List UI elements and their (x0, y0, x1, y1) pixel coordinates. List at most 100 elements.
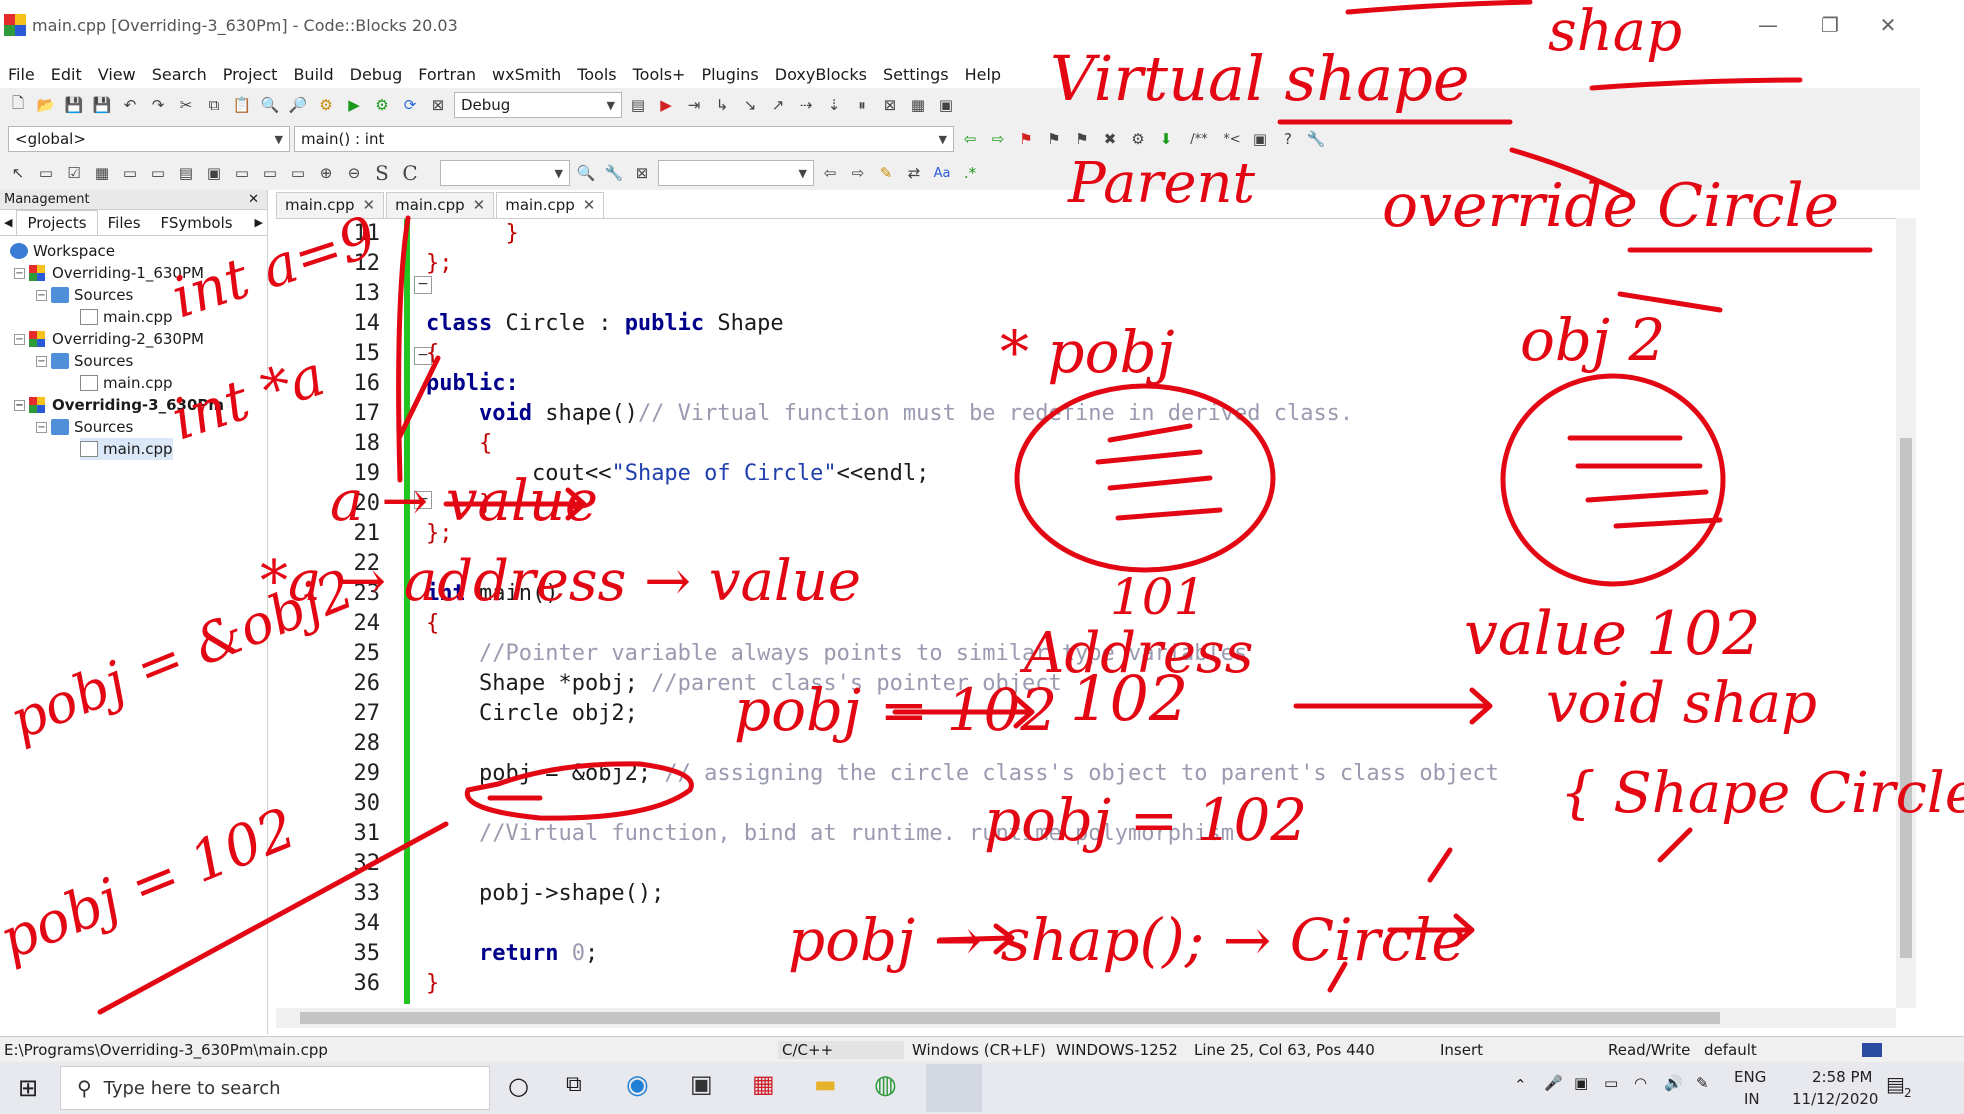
menu-edit[interactable]: Edit (43, 64, 90, 88)
menu-build[interactable]: Build (285, 64, 341, 88)
list-tool-icon[interactable]: ▤ (174, 162, 198, 184)
menu-search[interactable]: Search (144, 64, 215, 88)
scroll-thumb[interactable] (1900, 438, 1912, 958)
tab-scroll-right-icon[interactable]: ▶ (251, 211, 267, 235)
next-line-icon[interactable]: ↳ (710, 94, 734, 116)
collapse-icon[interactable]: − (14, 267, 25, 279)
microphone-icon[interactable]: 🎤 (1544, 1074, 1563, 1092)
bookmark-toggle-icon[interactable]: ⚑ (1014, 128, 1038, 150)
find-next-icon[interactable]: ⇨ (846, 162, 870, 184)
menu-tools[interactable]: Tools (569, 64, 624, 88)
menu-doxyblocks[interactable]: DoxyBlocks (767, 64, 875, 88)
debug-info-icon[interactable]: ▣ (934, 94, 958, 116)
editor-tab-2[interactable]: main.cpp ✕ (386, 192, 495, 218)
close-icon[interactable]: ✕ (473, 196, 486, 214)
copy-icon[interactable]: ⧉ (202, 94, 226, 116)
store-icon[interactable]: ▣ (690, 1070, 713, 1098)
menu-project[interactable]: Project (215, 64, 286, 88)
redo-icon[interactable]: ↷ (146, 94, 170, 116)
bookmark-clear-icon[interactable]: ✖ (1098, 128, 1122, 150)
rect-tool-icon[interactable]: ▭ (230, 162, 254, 184)
edge-icon[interactable]: ◉ (626, 1070, 649, 1100)
task-view-icon[interactable]: ⧉ (566, 1072, 582, 1097)
debug-start-icon[interactable]: ▶ (654, 94, 678, 116)
jump-forward-icon[interactable]: ⇨ (986, 128, 1010, 150)
battery-icon[interactable]: ▭ (1604, 1074, 1618, 1092)
undo-icon[interactable]: ↶ (118, 94, 142, 116)
doxy-html-icon[interactable]: ▣ (1248, 128, 1272, 150)
close-button[interactable]: ✕ (1866, 8, 1910, 42)
clock-time[interactable]: 2:58 PM (1812, 1068, 1872, 1086)
search-combo[interactable]: ▼ (440, 160, 570, 186)
cortana-icon[interactable]: ○ (508, 1072, 529, 1100)
find-prev-icon[interactable]: ⇦ (818, 162, 842, 184)
doxy-config-icon[interactable]: 🔧 (1304, 128, 1328, 150)
grid-tool-icon[interactable]: ▦ (90, 162, 114, 184)
menu-file[interactable]: File (0, 64, 43, 88)
workspace-node[interactable]: Workspace (10, 240, 115, 262)
stop-debug-icon[interactable]: ⊠ (878, 94, 902, 116)
target-options-icon[interactable]: ▤ (626, 94, 650, 116)
debug-windows-icon[interactable]: ▦ (906, 94, 930, 116)
gift-icon[interactable]: ▦ (752, 1070, 775, 1098)
jump-back-icon[interactable]: ⇦ (958, 128, 982, 150)
rebuild-icon[interactable]: ⟳ (398, 94, 422, 116)
collapse-icon[interactable]: − (36, 421, 47, 433)
file-node-1[interactable]: main.cpp (80, 306, 173, 328)
menu-tools-plus[interactable]: Tools+ (625, 64, 694, 88)
find-icon[interactable]: 🔍 (258, 94, 282, 116)
doxy-line-comment-button[interactable]: *< (1220, 128, 1244, 150)
horizontal-scrollbar[interactable] (276, 1008, 1896, 1028)
save-icon[interactable]: 💾 (62, 94, 86, 116)
clear-search-icon[interactable]: ⊠ (630, 162, 654, 184)
run-to-cursor-icon[interactable]: ⇥ (682, 94, 706, 116)
taskbar-search[interactable]: ⚲ Type here to search (60, 1066, 490, 1110)
tab-fsymbols[interactable]: FSymbols (151, 211, 243, 235)
tray-expand-icon[interactable]: ⌃ (1514, 1076, 1527, 1094)
frame-icon[interactable]: ▭ (34, 162, 58, 184)
panel-tool-icon[interactable]: ▣ (202, 162, 226, 184)
menu-settings[interactable]: Settings (875, 64, 957, 88)
selected-text-icon[interactable]: ⇄ (902, 162, 926, 184)
project-node-3[interactable]: − Overriding-3_630Pm (14, 394, 224, 416)
zoom-in-icon[interactable]: ⊕ (314, 162, 338, 184)
input-language[interactable]: ENG (1734, 1068, 1766, 1086)
pointer-icon[interactable]: ↖ (6, 162, 30, 184)
scroll-thumb[interactable] (300, 1012, 1720, 1024)
c-tool-icon[interactable]: C (398, 161, 422, 185)
editor-tab-1[interactable]: main.cpp ✕ (276, 192, 385, 218)
project-node-2[interactable]: − Overriding-2_630PM (14, 328, 204, 350)
wifi-icon[interactable]: ◠ (1634, 1074, 1647, 1092)
doxy-wizard-icon[interactable]: ⚙ (1126, 128, 1150, 150)
pause-icon[interactable]: ⏸ (850, 94, 874, 116)
code-editor[interactable]: 11 12 13 14 15 16 17 18 19 20 21 22 23 24 25 26 27 28 29 30… (276, 218, 1916, 1008)
combo-tool-icon[interactable]: ▭ (146, 162, 170, 184)
project-node-1[interactable]: − Overriding-1_630PM (14, 262, 204, 284)
menu-wxsmith[interactable]: wxSmith (484, 64, 569, 88)
menu-debug[interactable]: Debug (342, 64, 411, 88)
replace-icon[interactable]: 🔎 (286, 94, 310, 116)
search-options-icon[interactable]: 🔧 (602, 162, 626, 184)
collapse-icon[interactable]: − (36, 355, 47, 367)
next-instruction-icon[interactable]: ⇢ (794, 94, 818, 116)
step-instruction-icon[interactable]: ⇣ (822, 94, 846, 116)
abort-icon[interactable]: ⊠ (426, 94, 450, 116)
build-gear-icon[interactable]: ⚙ (314, 94, 338, 116)
s-tool-icon[interactable]: S (370, 161, 394, 185)
menu-plugins[interactable]: Plugins (693, 64, 766, 88)
doxy-extract-icon[interactable]: ⬇ (1154, 128, 1178, 150)
build-run-icon[interactable]: ⚙ (370, 94, 394, 116)
button-tool-icon[interactable]: ▭ (258, 162, 282, 184)
collapse-icon[interactable]: − (14, 399, 25, 411)
menu-view[interactable]: View (90, 64, 144, 88)
menu-help[interactable]: Help (957, 64, 1009, 88)
network-app-icon[interactable]: ▣ (1574, 1074, 1588, 1092)
bookmark-prev-icon[interactable]: ⚑ (1042, 128, 1066, 150)
collapse-icon[interactable]: − (36, 289, 47, 301)
menu-fortran[interactable]: Fortran (410, 64, 484, 88)
close-icon[interactable]: ✕ (583, 196, 596, 214)
chrome-icon[interactable]: ◍ (874, 1070, 897, 1100)
step-out-icon[interactable]: ↗ (766, 94, 790, 116)
regex-icon[interactable]: .* (958, 162, 982, 184)
step-into-icon[interactable]: ↘ (738, 94, 762, 116)
